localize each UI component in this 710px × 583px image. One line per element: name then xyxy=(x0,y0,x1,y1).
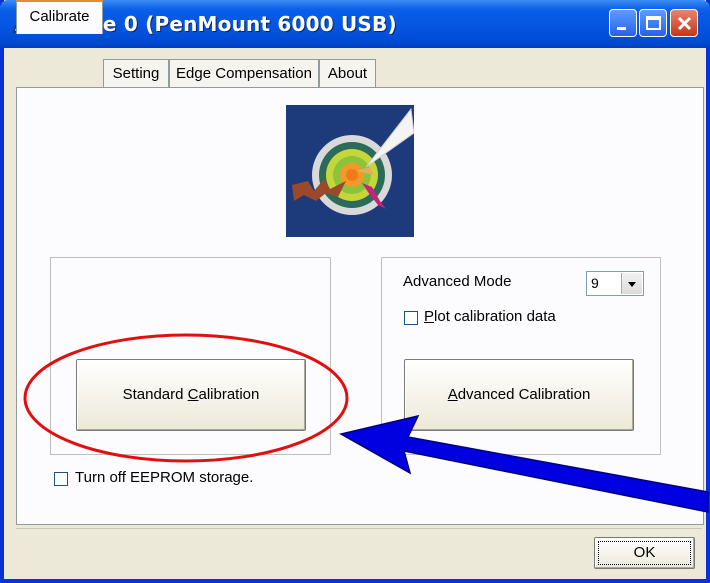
standard-calibration-accel: C xyxy=(187,386,199,403)
tab-setting[interactable]: Setting xyxy=(103,59,169,87)
tab-about[interactable]: About xyxy=(319,59,376,87)
calibration-target-image xyxy=(286,105,414,237)
advanced-calibration-button[interactable]: Advanced Calibration xyxy=(404,359,634,431)
close-button[interactable] xyxy=(670,9,698,37)
dialog-window: Device 0 (PenMount 6000 USB) Calibrate S… xyxy=(0,0,710,583)
title-bar[interactable]: Device 0 (PenMount 6000 USB) xyxy=(0,0,710,48)
close-icon xyxy=(677,16,692,31)
advanced-mode-dropdown-button[interactable] xyxy=(621,273,642,294)
minimize-icon xyxy=(617,27,626,30)
plot-calibration-checkbox[interactable] xyxy=(404,311,418,325)
standard-calibration-label-pre: Standard xyxy=(122,386,188,403)
standard-calibration-button[interactable]: Standard Calibration xyxy=(76,359,306,431)
advanced-calibration-label: dvanced Calibration xyxy=(457,386,591,403)
tab-calibrate[interactable]: Calibrate xyxy=(16,0,103,34)
plot-rest: lot calibration data xyxy=(434,308,556,325)
plot-calibration-label: Plot calibration data xyxy=(424,308,556,325)
maximize-icon xyxy=(646,16,661,30)
plot-accel: P xyxy=(424,308,435,325)
eeprom-label: Turn off EEPROM storage. xyxy=(75,469,254,486)
eeprom-checkbox[interactable] xyxy=(54,472,68,486)
ok-button[interactable]: OK xyxy=(594,537,695,569)
tab-edge-compensation[interactable]: Edge Compensation xyxy=(169,59,319,87)
chevron-down-icon xyxy=(628,282,636,287)
advanced-mode-value: 9 xyxy=(591,275,599,291)
minimize-button[interactable] xyxy=(609,9,637,37)
footer-separator xyxy=(16,528,702,529)
advanced-calibration-accel: A xyxy=(447,386,458,403)
advanced-mode-select[interactable]: 9 xyxy=(586,271,644,296)
advanced-mode-label: Advanced Mode xyxy=(403,273,512,290)
standard-calibration-label-post: alibration xyxy=(198,386,260,403)
maximize-button[interactable] xyxy=(639,9,667,37)
ok-focus-rect xyxy=(598,541,691,565)
